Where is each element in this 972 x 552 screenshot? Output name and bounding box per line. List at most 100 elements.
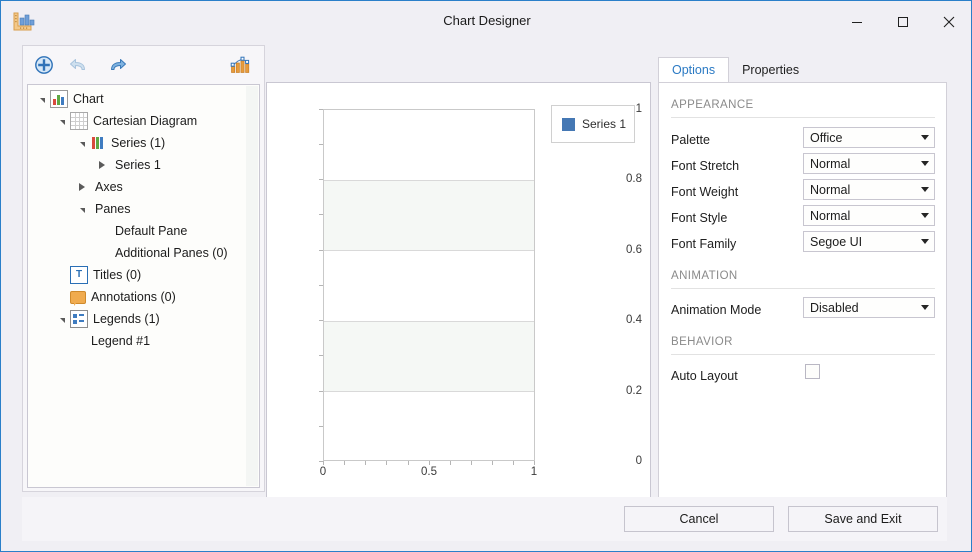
tab-options[interactable]: Options	[658, 57, 730, 83]
add-item-button[interactable]	[29, 50, 59, 80]
chevron-down-icon	[916, 187, 934, 192]
chevron-down-icon	[916, 135, 934, 140]
y-tick-mark	[319, 320, 323, 321]
section-divider	[671, 117, 935, 118]
tree-item-additional-panes[interactable]: Additional Panes (0)	[28, 242, 245, 264]
font-weight-value: Normal	[810, 182, 851, 197]
titles-icon: T	[70, 266, 88, 284]
x-tick-mark	[534, 461, 535, 465]
tree-item-label: Legend #1	[91, 334, 151, 348]
twisty-expanded-icon[interactable]	[54, 110, 70, 132]
tree-item-axes[interactable]: Axes	[28, 176, 245, 198]
font-style-combobox[interactable]: Normal	[803, 205, 935, 226]
x-tick-mark	[492, 461, 493, 465]
twisty-collapsed-icon[interactable]	[94, 154, 110, 176]
tree-item-cartesian-diagram[interactable]: Cartesian Diagram	[28, 110, 245, 132]
x-tick-mark	[344, 461, 345, 465]
animation-mode-value: Disabled	[810, 300, 859, 315]
chevron-down-icon	[916, 213, 934, 218]
y-tick-label: 0.8	[626, 173, 642, 185]
tree-item-label: Annotations (0)	[91, 290, 176, 304]
x-tick-mark	[408, 461, 409, 465]
tree-item-annotations[interactable]: Annotations (0)	[28, 286, 245, 308]
font-weight-combobox[interactable]: Normal	[803, 179, 935, 200]
cancel-button[interactable]: Cancel	[624, 506, 774, 532]
animation-mode-combobox[interactable]: Disabled	[803, 297, 935, 318]
tree-item-default-pane[interactable]: Default Pane	[28, 220, 245, 242]
section-divider	[671, 288, 935, 289]
section-appearance-header: APPEARANCE	[671, 99, 754, 111]
tree-item-label: Titles (0)	[93, 268, 142, 282]
tree-item-label: Series (1)	[111, 136, 166, 150]
y-tick-mark	[319, 144, 323, 145]
x-tick-mark	[471, 461, 472, 465]
font-family-combobox[interactable]: Segoe UI	[803, 231, 935, 252]
chevron-down-icon	[916, 305, 934, 310]
tree-item-legend-1[interactable]: Legend #1	[28, 330, 245, 352]
minimize-button[interactable]	[834, 2, 880, 42]
y-tick-label: 0.2	[626, 385, 642, 397]
x-tick-mark	[450, 461, 451, 465]
footer-bar: Cancel Save and Exit	[22, 497, 947, 541]
undo-button[interactable]	[65, 50, 95, 80]
tree-item-series-1[interactable]: Series 1	[28, 154, 245, 176]
tree-toolbar	[23, 46, 264, 84]
maximize-button[interactable]	[880, 2, 926, 42]
y-tick-mark	[319, 426, 323, 427]
gridline	[324, 250, 534, 251]
tree-item-legends[interactable]: Legends (1)	[28, 308, 245, 330]
redo-button[interactable]	[101, 50, 131, 80]
font-stretch-combobox[interactable]: Normal	[803, 153, 935, 174]
y-tick-mark	[319, 179, 323, 180]
structure-panel: Chart Cartesian Diagram Series (1) Serie…	[22, 45, 265, 492]
section-animation-header: ANIMATION	[671, 270, 738, 282]
gridline	[324, 180, 534, 181]
y-tick-mark	[319, 250, 323, 251]
title-bar: Chart Designer	[2, 2, 971, 42]
x-tick-mark	[386, 461, 387, 465]
tree-item-chart[interactable]: Chart	[28, 88, 245, 110]
twisty-expanded-icon[interactable]	[34, 88, 50, 110]
chevron-down-icon	[916, 239, 934, 244]
tree-item-series-group[interactable]: Series (1)	[28, 132, 245, 154]
twisty-expanded-icon[interactable]	[54, 308, 70, 330]
y-tick-label: 0.4	[626, 314, 642, 326]
tab-properties[interactable]: Properties	[729, 57, 812, 83]
tree-item-label: Panes	[95, 202, 131, 216]
font-weight-label: Font Weight	[671, 185, 739, 199]
options-tab-content: APPEARANCE Palette Office Font Stretch N…	[658, 82, 947, 516]
y-tick-mark	[319, 285, 323, 286]
x-tick-mark	[513, 461, 514, 465]
y-tick-mark	[319, 355, 323, 356]
grid-icon	[70, 112, 88, 130]
tree-item-label: Chart	[73, 92, 104, 106]
tree-scrollbar[interactable]	[246, 86, 258, 486]
y-tick-label: 0	[635, 455, 642, 467]
annotations-icon	[70, 289, 86, 306]
tree-item-label: Cartesian Diagram	[93, 114, 198, 128]
plot-band	[324, 180, 534, 251]
twisty-collapsed-icon[interactable]	[74, 176, 90, 198]
chart-legend[interactable]: Series 1	[551, 105, 635, 143]
tree-item-titles[interactable]: T Titles (0)	[28, 264, 245, 286]
x-tick-label: 0	[319, 466, 327, 478]
twisty-expanded-icon[interactable]	[74, 198, 90, 220]
structure-tree[interactable]: Chart Cartesian Diagram Series (1) Serie…	[27, 84, 260, 488]
auto-layout-checkbox[interactable]	[805, 364, 820, 379]
twisty-expanded-icon[interactable]	[74, 132, 90, 154]
tree-item-panes[interactable]: Panes	[28, 198, 245, 220]
chart-icon	[50, 90, 68, 108]
auto-layout-label: Auto Layout	[671, 369, 738, 383]
font-style-label: Font Style	[671, 211, 728, 225]
app-icon	[10, 9, 36, 35]
x-tick-label: 0.5	[421, 466, 437, 478]
legends-icon	[70, 310, 88, 328]
plot-band	[324, 321, 534, 392]
palette-combobox[interactable]: Office	[803, 127, 935, 148]
close-button[interactable]	[926, 2, 971, 42]
save-and-exit-button[interactable]: Save and Exit	[788, 506, 938, 532]
legend-entry-label: Series 1	[582, 117, 627, 131]
chart-wizard-button[interactable]	[225, 50, 255, 80]
font-stretch-value: Normal	[810, 156, 851, 171]
tree-item-label: Axes	[95, 180, 123, 194]
